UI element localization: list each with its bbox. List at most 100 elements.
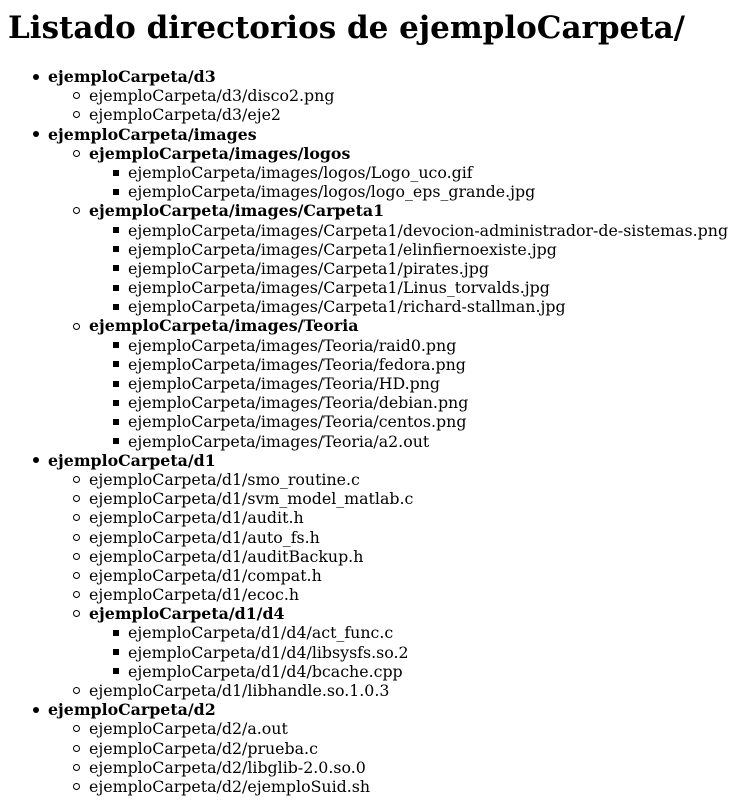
file-item: ejemploCarpeta/d3/eje2 [0,105,735,124]
file-item: ejemploCarpeta/d2/ejemploSuid.sh [0,777,735,796]
directory-item: ejemploCarpeta/images [0,125,735,144]
file-row: ejemploCarpeta/images/Teoria/raid0.png [0,336,735,355]
file-row: ejemploCarpeta/d1/smo_routine.c [0,470,735,489]
square-bullet-icon [113,303,119,310]
file-row: ejemploCarpeta/images/Carpeta1/Linus_tor… [0,278,735,297]
directory-row: ejemploCarpeta/images/Carpeta1 [0,201,735,220]
file-name: ejemploCarpeta/images/Teoria/raid0.png [128,335,457,355]
circle-bullet-icon [73,533,80,541]
file-row: ejemploCarpeta/images/Teoria/debian.png [0,393,735,412]
file-row: ejemploCarpeta/d1/svm_model_matlab.c [0,489,735,508]
file-item: ejemploCarpeta/d1/d4/bcache.cpp [0,662,735,681]
square-bullet-icon [113,399,119,406]
file-row: ejemploCarpeta/images/Carpeta1/elinfiern… [0,240,735,259]
file-item: ejemploCarpeta/images/Teoria/a2.out [0,432,735,451]
square-bullet-icon [113,342,119,349]
file-item: ejemploCarpeta/images/Teoria/HD.png [0,374,735,393]
square-bullet-icon [113,265,119,272]
directory-item: ejemploCarpeta/images/Carpeta1 [0,201,735,220]
file-item: ejemploCarpeta/images/logos/Logo_uco.gif [0,163,735,182]
file-name: ejemploCarpeta/d1/ecoc.h [89,585,300,605]
file-item: ejemploCarpeta/images/Teoria/raid0.png [0,336,735,355]
file-name: ejemploCarpeta/images/Carpeta1/richard-s… [128,297,566,317]
file-row: ejemploCarpeta/d1/d4/act_func.c [0,623,735,642]
circle-bullet-icon [73,591,80,599]
directory-row: ejemploCarpeta/images [0,125,735,144]
file-item: ejemploCarpeta/images/Teoria/centos.png [0,412,735,431]
file-row: ejemploCarpeta/images/logos/logo_eps_gra… [0,182,735,201]
square-bullet-icon [113,418,119,425]
file-name: ejemploCarpeta/images/Carpeta1/elinfiern… [128,239,557,259]
file-name: ejemploCarpeta/d1/d4/act_func.c [128,623,394,643]
file-row: ejemploCarpeta/d1/auto_fs.h [0,528,735,547]
file-item: ejemploCarpeta/images/Carpeta1/Linus_tor… [0,278,735,297]
file-item: ejemploCarpeta/images/logos/logo_eps_gra… [0,182,735,201]
file-name: ejemploCarpeta/d2/libglib-2.0.so.0 [89,757,366,777]
file-row: ejemploCarpeta/d2/ejemploSuid.sh [0,777,735,796]
file-item: ejemploCarpeta/d1/d4/libsysfs.so.2 [0,643,735,662]
directory-name: ejemploCarpeta/d3 [48,67,216,86]
file-name: ejemploCarpeta/images/Teoria/fedora.png [128,354,466,374]
circle-bullet-icon [73,149,80,157]
square-bullet-icon [113,169,119,176]
circle-bullet-icon [73,552,80,560]
directory-row: ejemploCarpeta/d2 [0,700,735,719]
file-item: ejemploCarpeta/d1/compat.h [0,566,735,585]
file-item: ejemploCarpeta/d1/auto_fs.h [0,528,735,547]
file-row: ejemploCarpeta/d1/auditBackup.h [0,547,735,566]
file-row: ejemploCarpeta/d1/compat.h [0,566,735,585]
file-name: ejemploCarpeta/d3/disco2.png [89,86,335,106]
circle-bullet-icon [73,763,80,771]
directory-tree: ejemploCarpeta/d3 ejemploCarpeta/d3/disco… [0,67,735,796]
file-row: ejemploCarpeta/images/Carpeta1/devocion-… [0,221,735,240]
disc-bullet-icon [33,131,39,138]
file-name: ejemploCarpeta/d2/prueba.c [89,738,318,758]
file-item: ejemploCarpeta/d2/libglib-2.0.so.0 [0,758,735,777]
file-name: ejemploCarpeta/d1/compat.h [89,565,322,585]
file-item: ejemploCarpeta/d1/audit.h [0,508,735,527]
circle-bullet-icon [73,725,80,733]
directory-item: ejemploCarpeta/images/Teoria [0,316,735,335]
file-row: ejemploCarpeta/images/Teoria/centos.png [0,412,735,431]
file-name: ejemploCarpeta/d1/auto_fs.h [89,527,320,547]
square-bullet-icon [113,438,119,445]
file-row: ejemploCarpeta/d1/d4/libsysfs.so.2 [0,643,735,662]
file-name: ejemploCarpeta/images/Teoria/a2.out [128,431,430,451]
square-bullet-icon [113,227,119,234]
circle-bullet-icon [73,687,80,695]
file-item: ejemploCarpeta/d3/disco2.png [0,86,735,105]
circle-bullet-icon [73,514,80,522]
circle-bullet-icon [73,111,80,119]
file-row: ejemploCarpeta/images/logos/Logo_uco.gif [0,163,735,182]
file-row: ejemploCarpeta/images/Carpeta1/pirates.j… [0,259,735,278]
directory-row: ejemploCarpeta/d1/d4 [0,604,735,623]
file-item: ejemploCarpeta/d1/ecoc.h [0,585,735,604]
circle-bullet-icon [73,207,80,215]
file-name: ejemploCarpeta/d1/libhandle.so.1.0.3 [89,681,390,700]
square-bullet-icon [113,188,119,195]
file-item: ejemploCarpeta/d1/libhandle.so.1.0.3 [0,681,735,700]
circle-bullet-icon [73,495,80,503]
file-row: ejemploCarpeta/d1/libhandle.so.1.0.3 [0,681,735,700]
file-name: ejemploCarpeta/d2/a.out [89,719,288,739]
file-item: ejemploCarpeta/d1/d4/act_func.c [0,623,735,642]
file-row: ejemploCarpeta/d3/eje2 [0,105,735,124]
directory-name: ejemploCarpeta/d2 [48,700,216,720]
circle-bullet-icon [73,610,80,618]
file-item: ejemploCarpeta/images/Teoria/debian.png [0,393,735,412]
directory-row: ejemploCarpeta/images/logos [0,144,735,163]
file-row: ejemploCarpeta/d3/disco2.png [0,86,735,105]
file-item: ejemploCarpeta/images/Carpeta1/elinfiern… [0,240,735,259]
directory-row: ejemploCarpeta/images/Teoria [0,316,735,335]
disc-bullet-icon [33,457,39,464]
file-name: ejemploCarpeta/images/logos/Logo_uco.gif [128,162,473,182]
directory-name: ejemploCarpeta/d1/d4 [89,604,285,624]
file-item: ejemploCarpeta/d2/a.out [0,719,735,738]
file-item: ejemploCarpeta/images/Carpeta1/devocion-… [0,221,735,240]
circle-bullet-icon [73,476,80,484]
directory-name: ejemploCarpeta/images/Carpeta1 [89,201,385,221]
disc-bullet-icon [33,73,39,80]
file-name: ejemploCarpeta/d1/audit.h [89,508,304,528]
circle-bullet-icon [73,744,80,752]
file-item: ejemploCarpeta/d1/smo_routine.c [0,470,735,489]
